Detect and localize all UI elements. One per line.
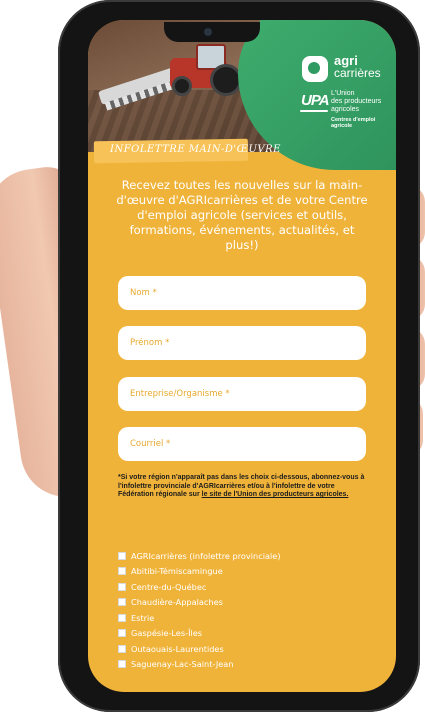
region-option[interactable]: Centre-du-Québec: [118, 579, 281, 595]
upa-subtitle: Centres d'emploi agricole: [331, 117, 376, 129]
section-title: INFOLETTRE MAIN-D'ŒUVRE: [110, 144, 281, 155]
upa-logo: UPA: [301, 92, 330, 109]
region-option[interactable]: Abitibi-Témiscamingue: [118, 564, 281, 580]
region-note: *Si votre région n'apparaît pas dans les…: [118, 474, 370, 500]
nom-input[interactable]: [118, 276, 366, 310]
region-checklist: AGRIcarrières (infolettre provinciale) A…: [118, 548, 281, 672]
checkbox[interactable]: [118, 660, 126, 669]
checkbox[interactable]: [118, 613, 126, 622]
entreprise-input[interactable]: [118, 377, 366, 411]
region-option[interactable]: Estrie: [118, 610, 281, 626]
region-label: Outaouais-Laurentides: [131, 643, 224, 654]
camera-icon: [204, 28, 212, 36]
region-option[interactable]: Chaudière-Appalaches: [118, 595, 281, 611]
upa-name-line: agricoles: [331, 106, 360, 113]
checkbox[interactable]: [118, 629, 126, 638]
region-label: Gaspésie-Les-Îles: [131, 628, 203, 639]
region-label: Saguenay-Lac-Saint-Jean: [131, 659, 234, 670]
region-label: AGRIcarrières (infolettre provinciale): [131, 550, 281, 561]
checkbox[interactable]: [118, 644, 126, 653]
prenom-input[interactable]: [118, 326, 366, 360]
phone-notch: [164, 22, 260, 42]
checkbox[interactable]: [118, 598, 126, 607]
region-option[interactable]: AGRIcarrières (infolettre provinciale): [118, 548, 281, 564]
region-label: Estrie: [131, 612, 155, 623]
upa-logo-underline: [300, 110, 328, 112]
courriel-input[interactable]: [118, 427, 366, 461]
region-label: Abitibi-Témiscamingue: [131, 566, 223, 577]
region-option[interactable]: Gaspésie-Les-Îles: [118, 626, 281, 642]
region-option[interactable]: Outaouais-Laurentides: [118, 641, 281, 657]
phone-screen: agri carrières UPA L'Union des producteu…: [88, 20, 396, 692]
checkbox[interactable]: [118, 567, 126, 576]
upa-site-link[interactable]: le site de l'Union des producteurs agric…: [202, 491, 349, 498]
upa-name-line: des producteurs: [331, 98, 382, 105]
upa-name: L'Union des producteurs agricoles: [331, 90, 396, 114]
region-option[interactable]: Saguenay-Lac-Saint-Jean: [118, 657, 281, 673]
upa-name-line: L'Union: [331, 90, 355, 97]
region-label: Chaudière-Appalaches: [131, 597, 223, 608]
region-label: Centre-du-Québec: [131, 581, 207, 592]
agri-logo-icon: [302, 56, 328, 82]
checkbox[interactable]: [118, 551, 126, 560]
intro-text: Recevez toutes les nouvelles sur la main…: [116, 178, 368, 252]
checkbox[interactable]: [118, 582, 126, 591]
carrieres-logo-text: carrières: [334, 66, 381, 80]
tractor-wheel-image: [172, 76, 192, 96]
